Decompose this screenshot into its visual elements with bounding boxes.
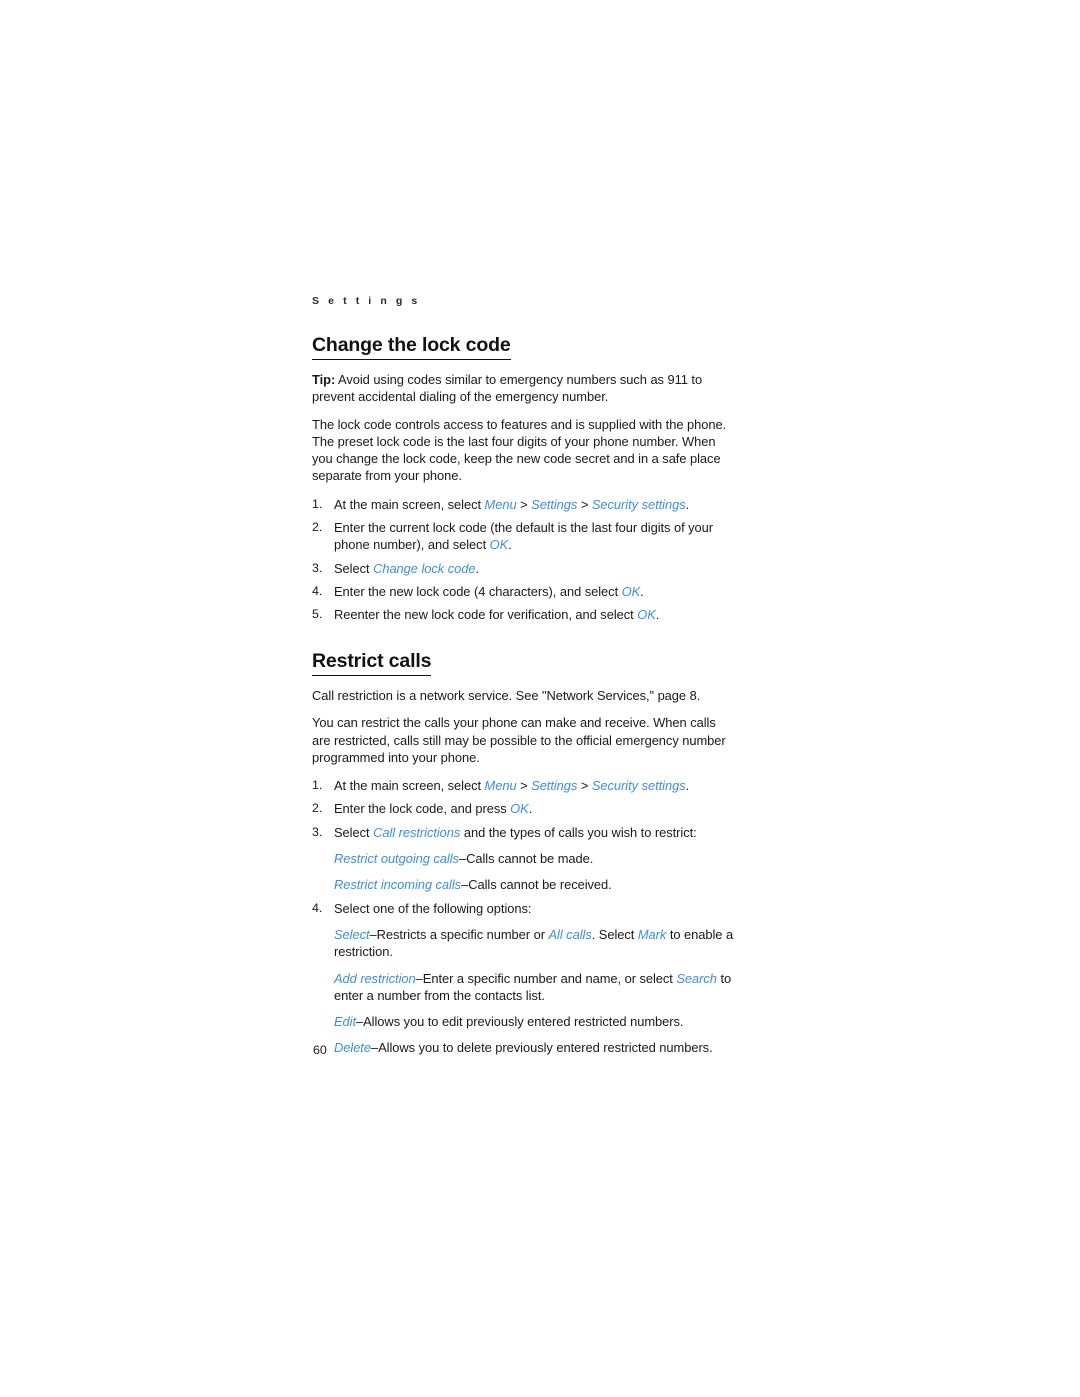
step-number: 1. [312,778,323,793]
step-text: At the main screen, select [334,496,485,512]
step-item: 1. At the main screen, select Menu > Sett… [312,777,737,794]
ui-term-link[interactable]: Select [334,927,370,942]
step-text: Select one of the following options: [334,900,532,916]
tip-text: Avoid using codes similar to emergency n… [312,371,703,405]
running-header: S e t t i n g s [312,295,421,307]
ui-term-link[interactable]: OK [637,607,656,622]
section-change-the-lock-code: Change the lock code Tip: Avoid using co… [312,334,737,624]
ui-term-link[interactable]: OK [510,801,529,816]
step-subline: Edit–Allows you to edit previously enter… [334,1013,737,1030]
step-item: 3. Select Call restrictions and the types… [312,824,737,894]
step-text: Select [334,560,374,576]
step-text: –Allows you to edit previously entered r… [356,1014,684,1030]
step-text: At the main screen, select [334,778,485,794]
ui-term-link[interactable]: Menu [485,497,517,512]
section-heading-wrap: Change the lock code [312,334,737,362]
section-heading-wrap: Restrict calls [312,650,737,678]
intro-paragraph: Call restriction is a network service. S… [312,687,701,703]
ui-term-link[interactable]: Settings [531,497,577,512]
steps-list-restrict-calls: 1. At the main screen, select Menu > Sett… [312,777,737,1057]
ui-term-link[interactable]: Settings [531,778,577,793]
step-number: 2. [312,801,323,816]
step-number: 4. [312,583,323,598]
step-text: and the types of calls you wish to restr… [460,824,697,840]
step-number: 1. [312,496,323,511]
step-text: . [655,607,660,623]
ui-term-link[interactable]: OK [490,537,509,552]
step-text: . Select [591,926,638,942]
ui-term-link[interactable]: Security settings [592,497,686,512]
step-text: > [516,496,532,512]
step-item: 4. Select one of the following options: Se… [312,900,737,1057]
ui-term-link[interactable]: Change lock code [373,561,475,576]
tip-paragraph: Tip: Avoid using codes similar to emerge… [312,371,737,406]
ui-term-link[interactable]: OK [622,584,641,599]
step-text: . [685,496,690,512]
step-text: > [577,778,592,794]
page-content: S e t t i n g s Change the lock code Tip… [312,295,737,1057]
ui-term-link[interactable]: Call restrictions [373,825,460,840]
step-number: 3. [312,560,323,575]
page-number: 60 [313,1043,327,1057]
step-text: . [508,537,512,553]
step-text: > [516,778,532,794]
ui-term-link[interactable]: Security settings [592,778,686,793]
step-text: –Enter a specific number and name, or se… [415,970,677,986]
step-item: 1. At the main screen, select Menu > Sett… [312,496,737,513]
body-paragraph: The lock code controls access to feature… [312,416,727,484]
step-item: 2. Enter the current lock code (the defau… [312,519,737,554]
step-text: –Allows you to delete previously entered… [370,1040,713,1056]
step-text: –Calls cannot be made. [458,851,594,867]
body-paragraph: You can restrict the calls your phone ca… [312,715,726,765]
step-text: . [685,778,690,794]
ui-term-link[interactable]: Search [676,971,717,986]
ui-term-link[interactable]: Restrict incoming calls [334,877,461,892]
step-text: > [577,496,592,512]
step-text: . [640,583,644,599]
step-subline: Select–Restricts a specific number or Al… [334,926,737,961]
ui-term-link[interactable]: Delete [334,1040,371,1055]
step-subline: Add restriction–Enter a specific number … [334,970,737,1005]
ui-term-link[interactable]: Add restriction [334,971,416,986]
step-text: . [475,560,480,576]
step-item: 5. Reenter the new lock code for verifica… [312,606,737,623]
step-text: Select [334,824,374,840]
step-number: 4. [312,900,323,915]
step-text: Enter the new lock code (4 characters), … [334,583,622,599]
section-heading: Restrict calls [312,650,431,676]
ui-term-link[interactable]: Mark [638,927,667,942]
step-number: 2. [312,520,323,535]
step-subline: Restrict incoming calls–Calls cannot be … [334,876,737,893]
step-text: . [528,801,533,817]
step-item: 3. Select Change lock code. [312,560,737,577]
step-item: 2. Enter the lock code, and press OK. [312,800,737,817]
step-text: Reenter the new lock code for verificati… [334,607,638,623]
step-number: 3. [312,824,323,839]
step-number: 5. [312,607,323,622]
ui-term-link[interactable]: Restrict outgoing calls [334,851,459,866]
ui-term-link[interactable]: Menu [485,778,517,793]
step-subline: Restrict outgoing calls–Calls cannot be … [334,850,737,867]
section-restrict-calls: Restrict calls Call restriction is a net… [312,650,737,1057]
step-subline: Delete–Allows you to delete previously e… [334,1039,737,1056]
step-text: Enter the lock code, and press [334,801,511,817]
ui-term-link[interactable]: All calls [548,927,591,942]
manual-page: S e t t i n g s Change the lock code Tip… [0,0,1080,1397]
ui-term-link[interactable]: Edit [334,1014,356,1029]
steps-list-change-lock-code: 1. At the main screen, select Menu > Sett… [312,496,737,624]
step-text: –Calls cannot be received. [461,877,612,893]
step-text: Enter the current lock code (the default… [334,520,714,553]
section-heading: Change the lock code [312,334,511,360]
step-item: 4. Enter the new lock code (4 characters)… [312,583,737,600]
step-text: –Restricts a specific number or [369,926,549,942]
tip-label: Tip: [312,371,336,387]
